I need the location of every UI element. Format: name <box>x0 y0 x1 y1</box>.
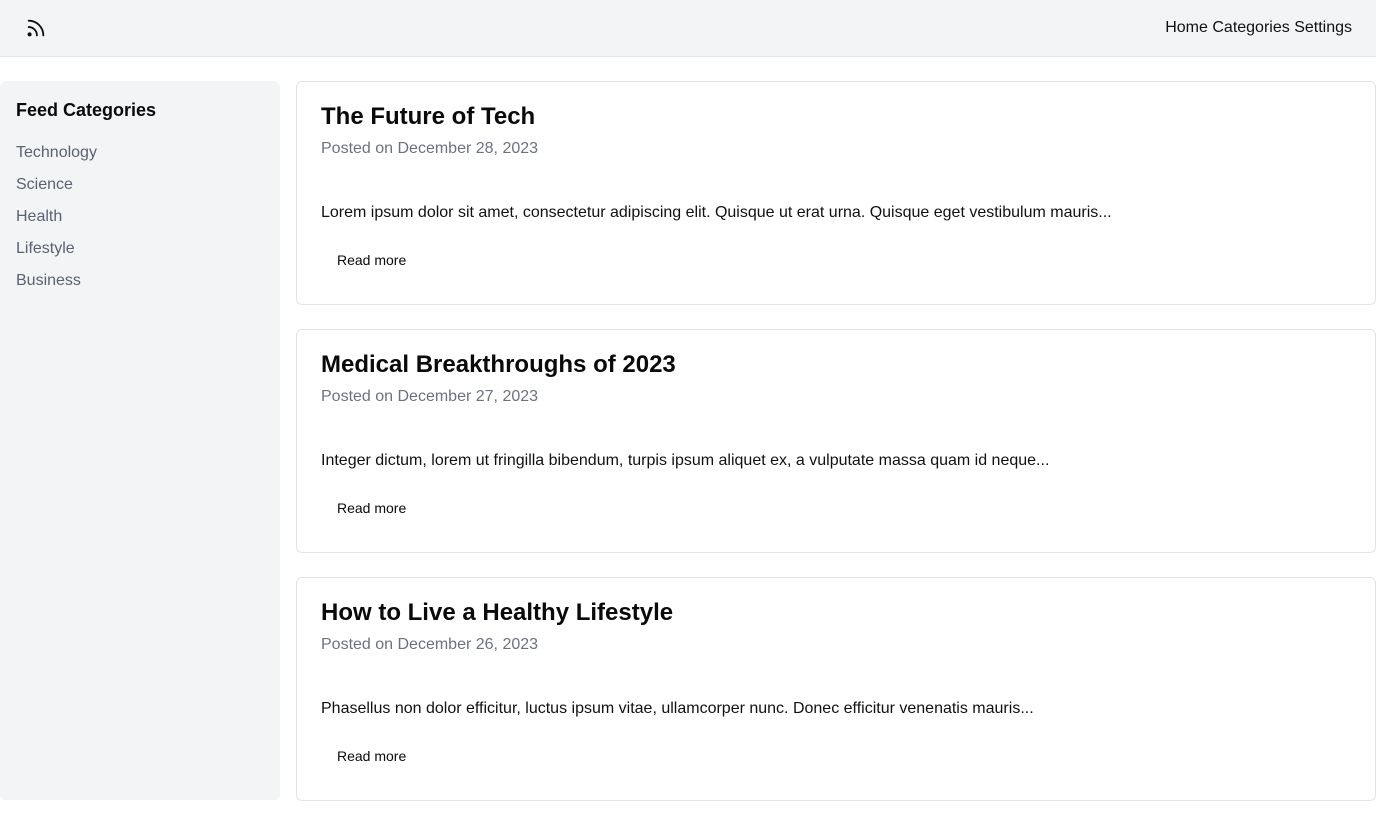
category-item-health[interactable]: Health <box>16 206 97 238</box>
sidebar-title: Feed Categories <box>16 100 157 120</box>
article-excerpt: Lorem ipsum dolor sit amet, consectetur … <box>321 204 1112 221</box>
article-date: Posted on December 26, 2023 <box>321 636 539 653</box>
article-card: How to Live a Healthy Lifestyle Posted o… <box>296 577 1376 801</box>
article-title[interactable]: The Future of Tech <box>321 102 535 132</box>
top-header: Home Categories Settings <box>0 0 1376 57</box>
article-card: Medical Breakthroughs of 2023 Posted on … <box>296 329 1376 553</box>
nav-categories-link[interactable]: Categories <box>1212 19 1289 36</box>
article-title[interactable]: How to Live a Healthy Lifestyle <box>321 598 673 628</box>
article-card: The Future of Tech Posted on December 28… <box>296 81 1376 305</box>
category-item-technology[interactable]: Technology <box>16 142 97 174</box>
article-excerpt: Phasellus non dolor efficitur, luctus ip… <box>321 700 1034 717</box>
article-title[interactable]: Medical Breakthroughs of 2023 <box>321 350 676 380</box>
nav-home-link[interactable]: Home <box>1165 19 1208 36</box>
category-item-business[interactable]: Business <box>16 270 97 302</box>
rss-icon[interactable] <box>25 17 47 39</box>
category-item-science[interactable]: Science <box>16 174 97 206</box>
category-item-lifestyle[interactable]: Lifestyle <box>16 238 97 270</box>
article-date: Posted on December 27, 2023 <box>321 388 539 405</box>
read-more-button[interactable]: Read more <box>321 492 422 524</box>
read-more-button[interactable]: Read more <box>321 740 422 772</box>
article-date: Posted on December 28, 2023 <box>321 140 539 157</box>
top-nav: Home Categories Settings <box>1165 18 1352 38</box>
read-more-button[interactable]: Read more <box>321 244 422 276</box>
category-list: Technology Science Health Lifestyle Busi… <box>16 142 97 302</box>
article-excerpt: Integer dictum, lorem ut fringilla biben… <box>321 452 1050 469</box>
nav-settings-link[interactable]: Settings <box>1294 19 1352 36</box>
